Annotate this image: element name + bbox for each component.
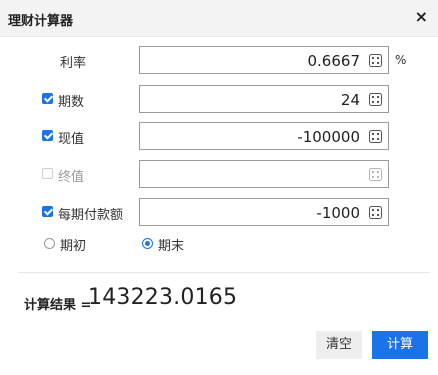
radio-period-start[interactable] [44, 238, 55, 249]
field-row-future-value: 终值 [0, 160, 438, 188]
field-row-periods: 期数 24 [0, 85, 438, 113]
calculator-icon[interactable] [369, 93, 382, 106]
radio-period-end-label[interactable]: 期末 [158, 235, 184, 254]
future-value-checkbox[interactable] [42, 168, 53, 179]
rate-label: 利率 [60, 56, 87, 71]
clear-button[interactable]: 清空 [316, 331, 362, 359]
payment-label: 每期付款额 [58, 208, 124, 223]
rate-value: 0.6667 [307, 52, 361, 70]
dialog-title: 理财计算器 [8, 14, 74, 29]
rate-input[interactable]: 0.6667 [139, 46, 389, 74]
periods-checkbox[interactable] [42, 93, 53, 104]
payment-value: -1000 [316, 204, 360, 222]
periods-label: 期数 [58, 95, 85, 110]
field-row-payment: 每期付款额 -1000 [0, 198, 438, 226]
periods-input[interactable]: 24 [139, 85, 389, 113]
periods-value: 24 [340, 91, 360, 109]
field-row-present-value: 现值 -100000 [0, 122, 438, 150]
present-value-value: -100000 [297, 128, 360, 146]
present-value-checkbox[interactable] [42, 130, 53, 141]
present-value-input[interactable]: -100000 [139, 122, 389, 150]
divider [18, 272, 430, 273]
calculate-button[interactable]: 计算 [372, 331, 428, 359]
result-value: 143223.0165 [88, 285, 238, 310]
result-label: 计算结果 = [24, 298, 92, 313]
payment-checkbox[interactable] [42, 206, 53, 217]
calculator-icon[interactable] [369, 168, 382, 181]
future-value-label: 终值 [58, 170, 85, 185]
payment-input[interactable]: -1000 [139, 198, 389, 226]
radio-period-end[interactable] [142, 238, 153, 249]
rate-unit: % [395, 53, 407, 67]
field-row-rate: 利率 0.6667 % [0, 46, 438, 74]
close-icon[interactable]: × [415, 9, 428, 25]
present-value-label: 现值 [58, 132, 85, 147]
radio-period-start-label[interactable]: 期初 [60, 235, 86, 254]
calculator-icon[interactable] [369, 54, 382, 67]
future-value-input[interactable] [139, 160, 389, 188]
calculator-icon[interactable] [369, 130, 382, 143]
dialog-header: 理财计算器 × [0, 0, 438, 37]
calculator-icon[interactable] [369, 206, 382, 219]
